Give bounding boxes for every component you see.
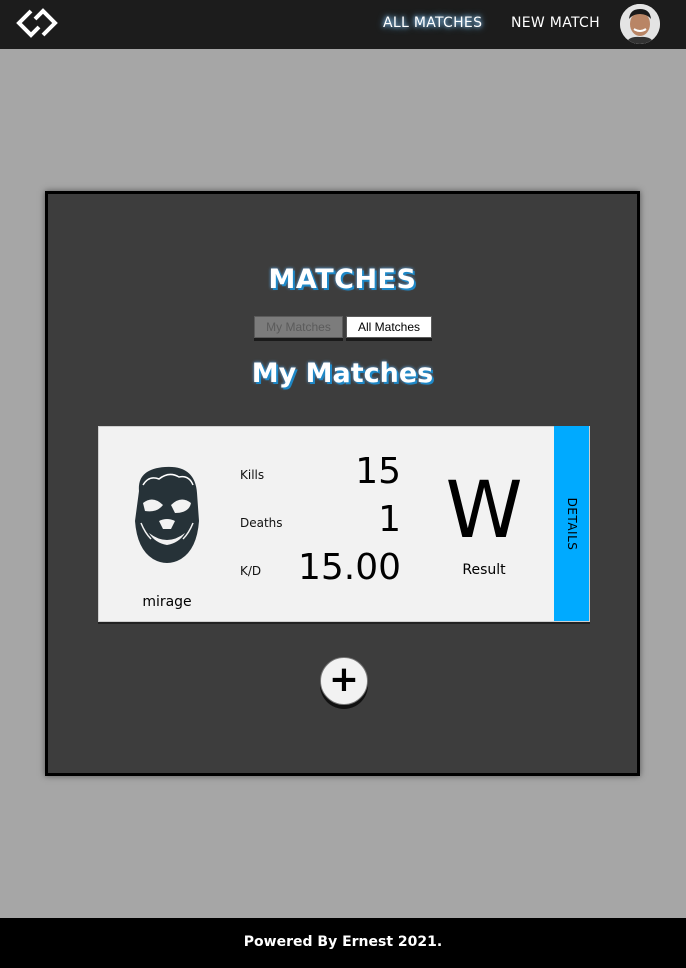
footer-text: Powered By Ernest 2021. [243, 934, 443, 950]
kills-value: 15 [355, 451, 401, 492]
details-button[interactable]: DETAILS [554, 426, 589, 621]
footer: Powered By Ernest 2021. [0, 918, 686, 968]
kills-label: Kills [240, 468, 265, 482]
agent-face-icon [135, 466, 199, 563]
kd-label: K/D [240, 564, 262, 578]
result-value: W [445, 466, 523, 556]
deaths-value: 1 [378, 499, 401, 540]
kd-value: 15.00 [297, 547, 401, 588]
my-matches-toggle-button[interactable]: My Matches [254, 316, 343, 338]
nav-link-all-matches[interactable]: ALL MATCHES [383, 15, 482, 31]
user-avatar[interactable] [620, 4, 660, 44]
top-nav-bar: ALL MATCHES NEW MATCH [0, 0, 686, 49]
avatar-icon [620, 4, 660, 44]
logo-icon[interactable] [14, 7, 60, 39]
deaths-label: Deaths [240, 516, 283, 530]
result-label: Result [462, 562, 506, 578]
all-matches-toggle-button[interactable]: All Matches [346, 316, 432, 338]
plus-icon: + [328, 659, 360, 700]
matches-panel: MATCHES My Matches All Matches My Matche… [45, 191, 640, 776]
match-card: mirage Kills 15 Deaths 1 K/D 15.00 W Res… [98, 426, 590, 622]
add-match-button[interactable]: + [320, 657, 368, 705]
details-label: DETAILS [564, 497, 579, 550]
map-name: mirage [142, 594, 192, 610]
page-title: MATCHES [268, 264, 417, 295]
nav-link-new-match[interactable]: NEW MATCH [511, 15, 600, 31]
section-title: My Matches [251, 358, 434, 389]
